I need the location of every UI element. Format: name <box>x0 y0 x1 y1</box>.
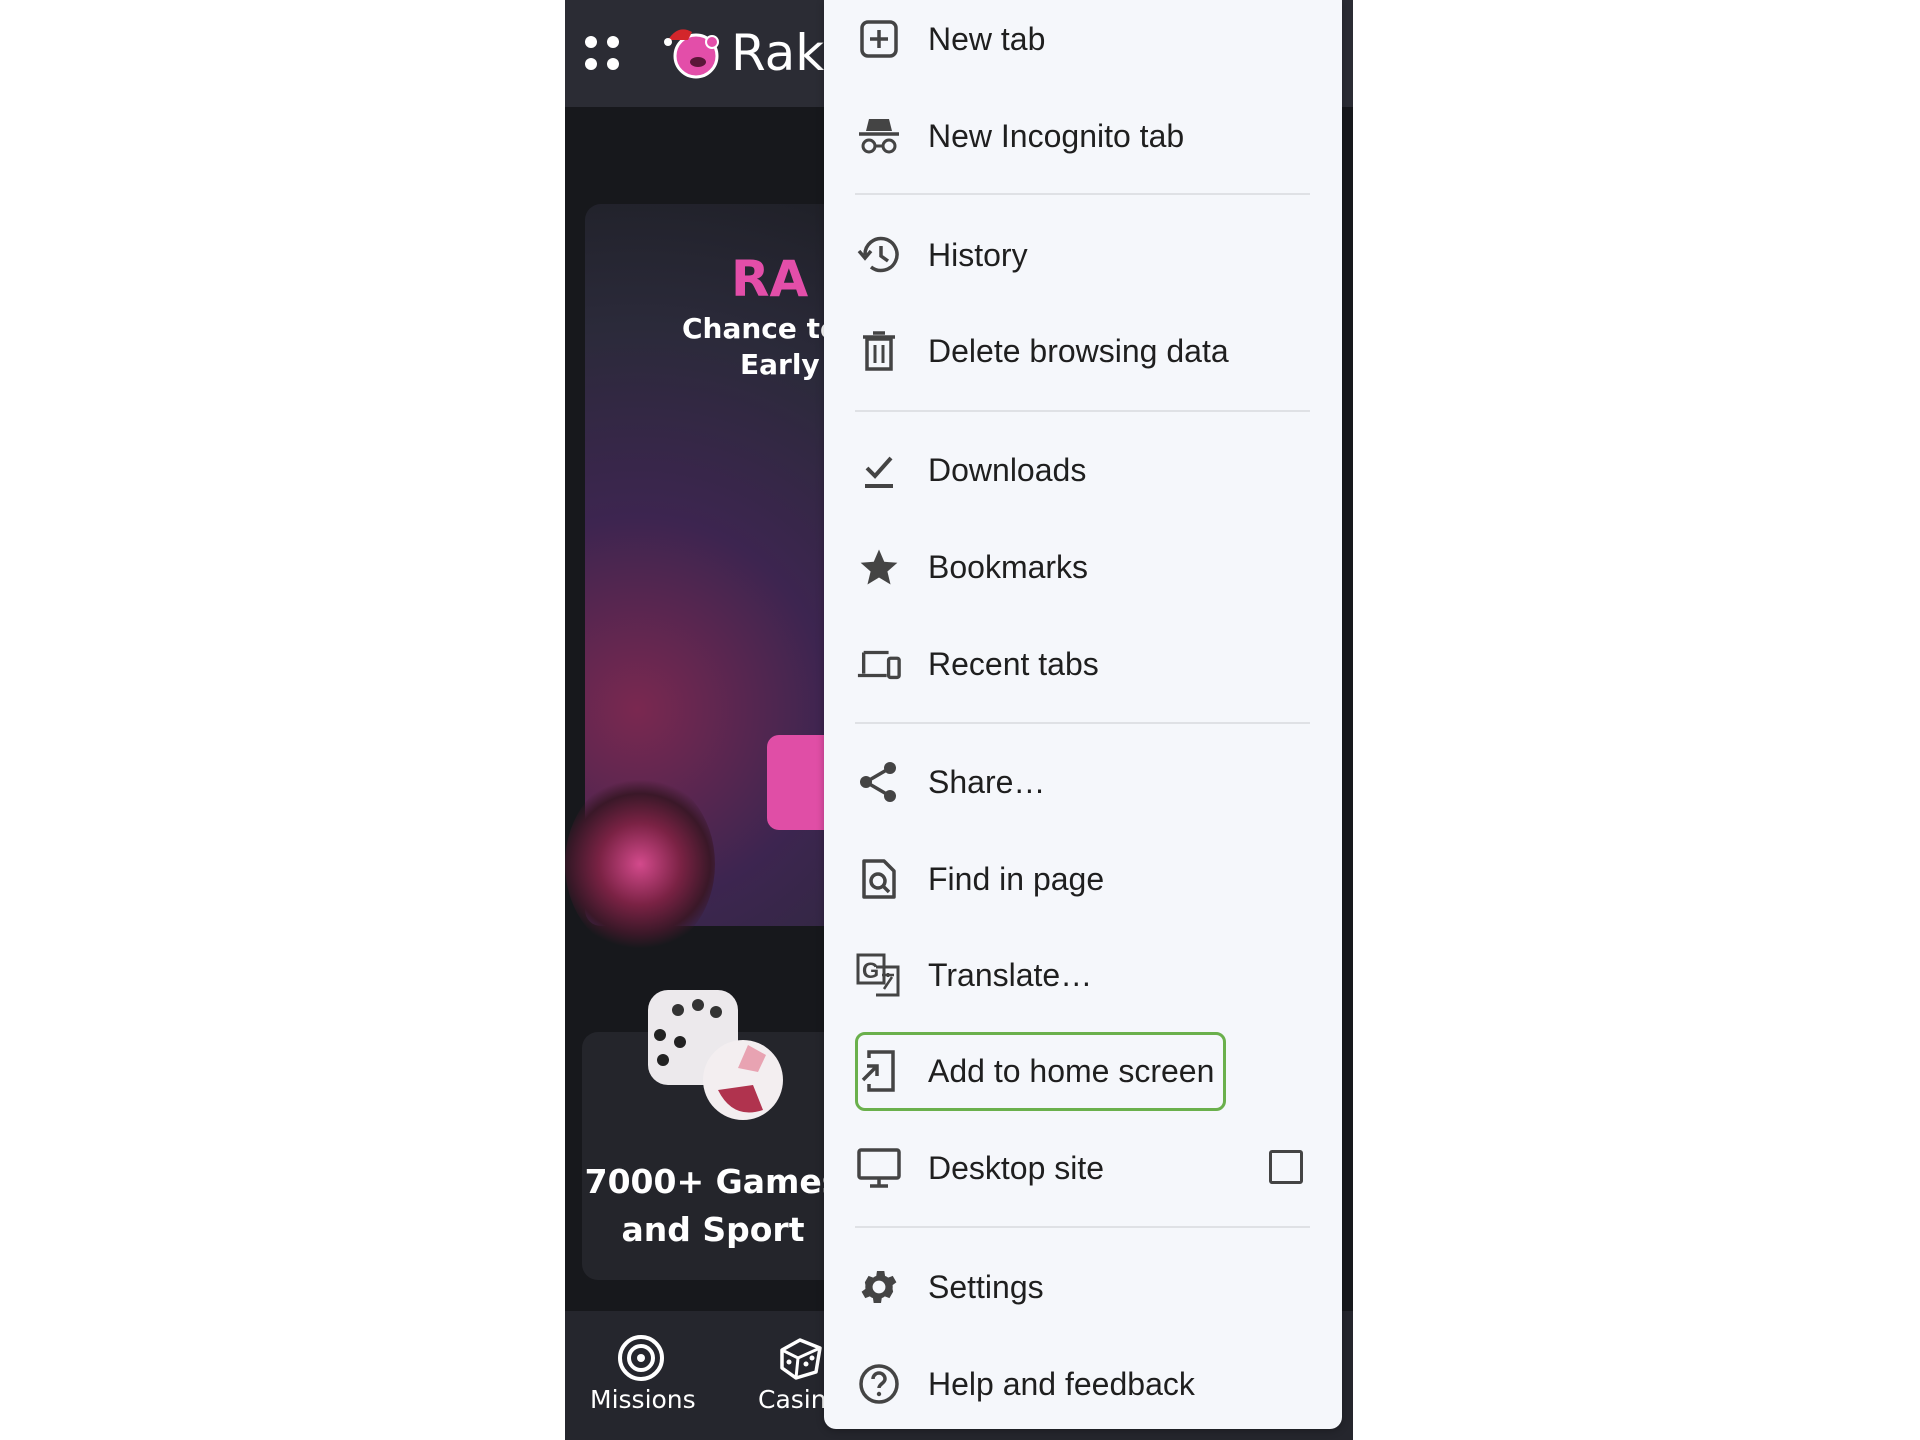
menu-divider <box>855 722 1310 724</box>
menu-divider <box>855 1226 1310 1228</box>
desktop-icon <box>856 1145 902 1191</box>
menu-item-settings[interactable]: Settings <box>824 1242 1342 1332</box>
browser-overflow-menu: New tab New Incognito tab History Delete… <box>824 0 1342 1429</box>
card-title-line: 7000+ Games <box>584 1162 842 1201</box>
menu-item-translate[interactable]: G Translate… <box>824 930 1342 1020</box>
menu-item-find-in-page[interactable]: Find in page <box>824 834 1342 924</box>
menu-item-recent-tabs[interactable]: Recent tabs <box>824 619 1342 709</box>
card-title-line: and Sport <box>621 1210 805 1249</box>
find-in-page-icon <box>856 856 902 902</box>
menu-item-help-and-feedback[interactable]: Help and feedback <box>824 1339 1342 1429</box>
incognito-icon <box>856 113 902 159</box>
bear-logo-icon <box>664 29 719 79</box>
poker-chip-image <box>565 774 715 954</box>
menu-item-history[interactable]: History <box>824 210 1342 300</box>
devices-icon <box>856 641 902 687</box>
nav-casino[interactable]: Casin <box>758 1385 827 1414</box>
menu-item-delete-browsing-data[interactable]: Delete browsing data <box>824 306 1342 396</box>
menu-item-add-to-home-screen[interactable]: Add to home screen <box>824 1026 1342 1116</box>
download-check-icon <box>856 447 902 493</box>
translate-icon: G <box>856 952 902 998</box>
apps-grid-icon[interactable] <box>585 36 619 70</box>
help-icon <box>856 1361 902 1407</box>
nav-missions[interactable]: Missions <box>590 1385 696 1414</box>
target-icon[interactable] <box>616 1333 666 1383</box>
menu-divider <box>855 193 1310 195</box>
banner-title: RA <box>731 250 809 308</box>
star-icon <box>856 544 902 590</box>
share-icon <box>856 759 902 805</box>
dice-and-ball-image <box>648 990 783 1120</box>
dice-icon[interactable] <box>776 1334 824 1382</box>
menu-item-new-incognito-tab[interactable]: New Incognito tab <box>824 91 1342 181</box>
banner-subtitle: Chance to <box>682 312 840 345</box>
svg-text:G: G <box>862 958 879 983</box>
menu-item-desktop-site[interactable]: Desktop site <box>824 1123 1342 1213</box>
trash-icon <box>856 328 902 374</box>
gear-icon <box>856 1264 902 1310</box>
history-icon <box>856 232 902 278</box>
menu-item-share[interactable]: Share… <box>824 737 1342 827</box>
menu-item-new-tab[interactable]: New tab <box>824 0 1342 84</box>
new-tab-icon <box>856 16 902 62</box>
add-to-home-icon <box>856 1048 902 1094</box>
menu-item-bookmarks[interactable]: Bookmarks <box>824 522 1342 612</box>
menu-divider <box>855 410 1310 412</box>
desktop-site-checkbox[interactable] <box>1269 1150 1303 1184</box>
menu-item-downloads[interactable]: Downloads <box>824 425 1342 515</box>
